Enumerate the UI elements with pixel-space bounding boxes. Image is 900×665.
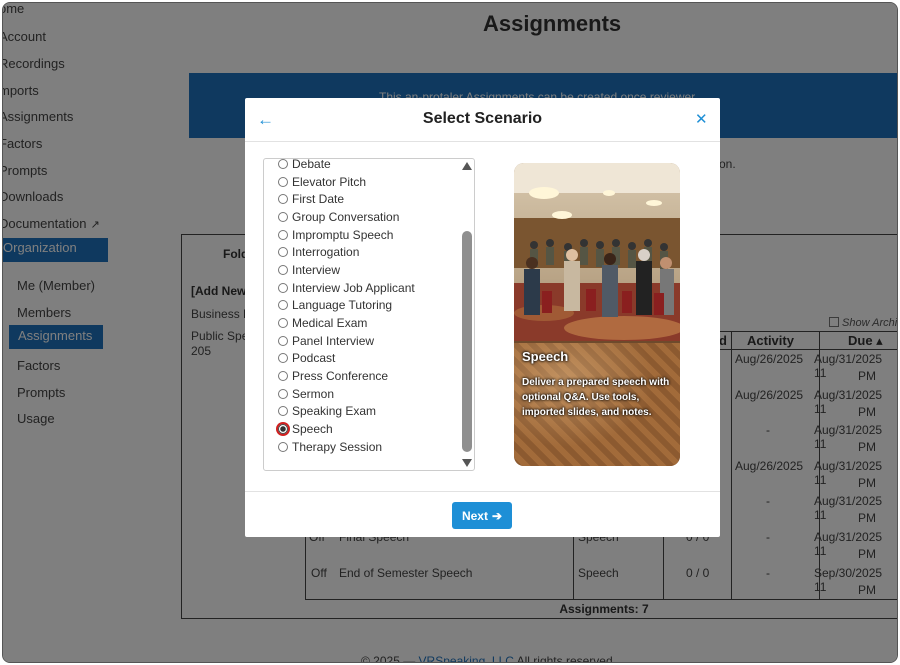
scenario-option-label: Sermon (292, 386, 335, 401)
dialog-title: Select Scenario (422, 110, 543, 127)
radio-button[interactable] (278, 371, 288, 382)
dialog-footer: Next ➔ (245, 491, 720, 537)
scenario-option-label: Speaking Exam (292, 404, 377, 419)
radio-button[interactable] (278, 176, 288, 187)
scenario-option-label: Interview Job Applicant (292, 280, 415, 295)
scenario-option[interactable]: Medical Exam (264, 314, 459, 332)
radio-button[interactable] (278, 282, 288, 293)
scenario-option-label: Press Conference (292, 369, 389, 384)
radio-button[interactable] (278, 424, 288, 435)
select-scenario-dialog: ← Select Scenario ✕ Debate Elevator Pitch… (245, 98, 720, 537)
scroll-down-arrow-icon[interactable] (462, 459, 472, 467)
radio-button[interactable] (278, 406, 288, 417)
scenario-option-label: Debate (292, 158, 331, 171)
close-icon[interactable]: ✕ (695, 110, 708, 128)
radio-button[interactable] (278, 441, 288, 452)
scenario-option[interactable]: Interview (264, 261, 459, 279)
scroll-up-arrow-icon[interactable] (462, 162, 472, 170)
radio-button[interactable] (278, 353, 288, 364)
scenario-preview-image (514, 163, 680, 341)
radio-button[interactable] (278, 229, 288, 240)
dialog-header: ← Select Scenario ✕ (245, 98, 720, 142)
scenario-preview: Speech Deliver a prepared speech with op… (514, 163, 680, 466)
radio-button[interactable] (278, 159, 288, 169)
scenario-option[interactable]: Group Conversation (264, 208, 459, 226)
scenario-preview-description: Deliver a prepared speech with optional … (522, 377, 670, 418)
scenario-option[interactable]: Panel Interview (264, 332, 459, 350)
radio-button[interactable] (278, 247, 288, 258)
radio-button[interactable] (278, 335, 288, 346)
scenario-option[interactable]: First Date (264, 190, 459, 208)
app-frame: Assignments ome Account Recordings mport… (2, 2, 898, 663)
scenario-options: Debate Elevator Pitch First Date Group Conv… (264, 158, 459, 456)
next-button-label: Next (461, 508, 488, 523)
scenario-option[interactable]: Elevator Pitch (264, 173, 459, 191)
scenario-option[interactable]: Impromptu Speech (264, 226, 459, 244)
radio-button[interactable] (278, 194, 288, 205)
scenario-option[interactable]: Debate (264, 158, 459, 173)
scenario-option-label: Medical Exam (292, 316, 368, 331)
scenario-list[interactable]: Debate Elevator Pitch First Date Group Conv… (263, 158, 475, 471)
scenario-option[interactable]: Therapy Session (264, 438, 459, 456)
radio-button[interactable] (278, 318, 288, 329)
scenario-preview-title: Speech (522, 349, 569, 364)
scenario-option[interactable]: Speaking Exam (264, 403, 459, 421)
scenario-option-label: Group Conversation (292, 209, 400, 224)
scenario-option-label: Interview (292, 262, 341, 277)
scenario-option-label: Speech (292, 422, 333, 437)
scenario-list-scrollbar[interactable] (460, 159, 474, 470)
scenario-option[interactable]: Speech (264, 420, 459, 438)
scenario-option-label: First Date (292, 192, 345, 207)
radio-button[interactable] (278, 388, 288, 399)
scenario-option[interactable]: Language Tutoring (264, 297, 459, 315)
scenario-option[interactable]: Interrogation (264, 243, 459, 261)
arrow-right-icon: ➔ (491, 508, 503, 523)
radio-button[interactable] (278, 264, 288, 275)
scenario-option-label: Language Tutoring (292, 298, 393, 313)
scenario-option[interactable]: Interview Job Applicant (264, 279, 459, 297)
radio-button[interactable] (278, 211, 288, 222)
scenario-option-label: Impromptu Speech (292, 227, 394, 242)
scenario-option[interactable]: Podcast (264, 350, 459, 368)
scenario-option-label: Podcast (292, 351, 336, 366)
scenario-option[interactable]: Press Conference (264, 367, 459, 385)
scenario-option-label: Therapy Session (292, 439, 383, 454)
scrollbar-thumb[interactable] (462, 231, 472, 452)
scenario-option[interactable]: Sermon (264, 385, 459, 403)
radio-button[interactable] (278, 300, 288, 311)
next-button[interactable]: Next ➔ (452, 502, 512, 529)
scenario-option-label: Interrogation (292, 245, 360, 260)
scenario-option-label: Elevator Pitch (292, 174, 367, 189)
scenario-info-card: Speech Deliver a prepared speech with op… (514, 343, 680, 466)
scenario-option-label: Panel Interview (292, 333, 375, 348)
